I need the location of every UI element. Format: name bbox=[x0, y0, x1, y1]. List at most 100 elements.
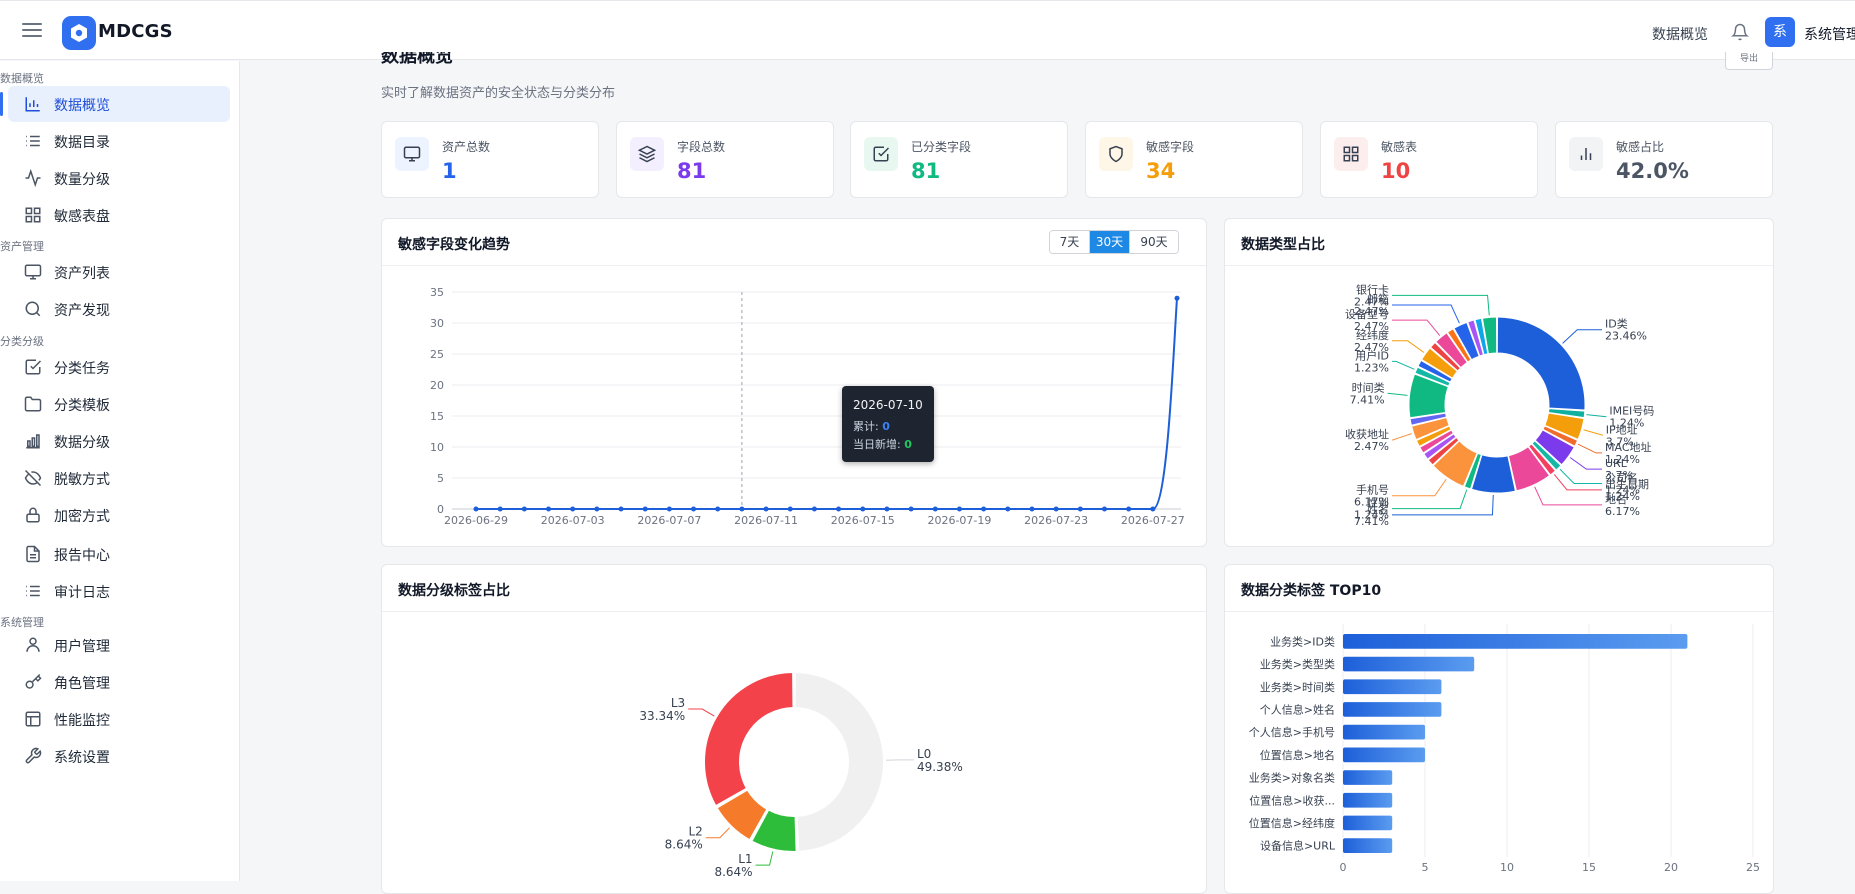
logo-icon bbox=[62, 16, 96, 50]
x-tick-label: 10 bbox=[1500, 861, 1514, 874]
sidebar-item-data-overview[interactable]: 数据概览 bbox=[8, 86, 230, 122]
sidebar-item-asset-list[interactable]: 资产列表 bbox=[8, 254, 230, 290]
slice-label: 出生日期 bbox=[1605, 477, 1649, 491]
avatar[interactable]: 系 bbox=[1765, 17, 1795, 47]
trend-line-chart[interactable]: 051015202530352026-06-292026-07-032026-0… bbox=[382, 266, 1206, 546]
slice-leader-line bbox=[1392, 495, 1493, 515]
sidebar-item-report-center[interactable]: 报告中心 bbox=[8, 536, 230, 572]
slice-percent: 23.46% bbox=[1605, 330, 1647, 343]
data-point bbox=[764, 507, 769, 512]
y-tick-label: 20 bbox=[430, 379, 444, 392]
tooltip-cumulative-label: 累计: bbox=[853, 420, 879, 433]
sidebar-item-user-management[interactable]: 用户管理 bbox=[8, 627, 230, 663]
y-tick-label: 个人信息>手机号 bbox=[1249, 725, 1335, 739]
y-tick-label: 35 bbox=[430, 286, 444, 299]
trend-chart-panel: 敏感字段变化趋势 7天 30天 90天 051015202530352026-0… bbox=[381, 218, 1207, 547]
file-icon bbox=[24, 545, 42, 563]
bar bbox=[1343, 634, 1687, 649]
grid-icon bbox=[1342, 145, 1360, 163]
x-tick-label: 20 bbox=[1664, 861, 1678, 874]
panel-title: 数据分级标签占比 bbox=[398, 580, 510, 600]
stat-icon-box bbox=[864, 137, 898, 171]
slice-leader-line bbox=[1392, 434, 1412, 440]
bar bbox=[1343, 838, 1392, 853]
sidebar-item-label: 脱敏方式 bbox=[54, 469, 110, 489]
data-point bbox=[836, 507, 841, 512]
slice-label: L0 bbox=[917, 747, 931, 761]
sidebar-item-classify-task[interactable]: 分类任务 bbox=[8, 349, 230, 385]
stat-icon-box bbox=[1099, 137, 1133, 171]
stat-label: 敏感表 bbox=[1381, 138, 1417, 155]
slice-percent: 8.64% bbox=[665, 838, 703, 852]
sidebar-item-data-catalog[interactable]: 数据目录 bbox=[8, 123, 230, 159]
y-tick-label: 个人信息>姓名 bbox=[1260, 702, 1335, 716]
stat-label: 已分类字段 bbox=[911, 138, 971, 155]
slice-label: ID类 bbox=[1605, 317, 1628, 331]
type-chart-panel: 数据类型占比 ID类23.46%IMEI号码1.24%IP地址3.7%MAC地址… bbox=[1224, 218, 1774, 547]
user-name[interactable]: 系统管理 bbox=[1804, 24, 1855, 44]
range-toggle: 7天 30天 90天 bbox=[1049, 230, 1179, 254]
slice-leader-line bbox=[1392, 361, 1414, 369]
sidebar-item-masking[interactable]: 脱敏方式 bbox=[8, 460, 230, 496]
data-point bbox=[739, 507, 744, 512]
x-tick-label: 2026-07-27 bbox=[1121, 514, 1185, 527]
data-point bbox=[715, 507, 720, 512]
data-point bbox=[1029, 507, 1034, 512]
sidebar-item-role-management[interactable]: 角色管理 bbox=[8, 664, 230, 700]
search-icon bbox=[24, 300, 42, 318]
bar bbox=[1343, 725, 1425, 740]
slice-label: 地名 bbox=[1605, 492, 1627, 506]
stat-card-classified-fields: 已分类字段 81 bbox=[850, 121, 1068, 198]
sidebar-item-system-settings[interactable]: 系统设置 bbox=[8, 738, 230, 774]
top10-bar-chart[interactable]: 0510152025业务类>ID类业务类>类型类业务类>时间类个人信息>姓名个人… bbox=[1225, 612, 1773, 882]
level-donut-chart[interactable]: L049.38%L18.64%L28.64%L333.34% bbox=[382, 612, 1206, 882]
stat-icon-box bbox=[395, 137, 429, 171]
slice-leader-line bbox=[706, 828, 730, 838]
bell-icon[interactable] bbox=[1731, 23, 1749, 41]
slice-leader-line bbox=[1560, 469, 1602, 483]
slice-label: L3 bbox=[671, 696, 685, 710]
activity-icon bbox=[24, 169, 42, 187]
sidebar-item-asset-discovery[interactable]: 资产发现 bbox=[8, 291, 230, 327]
data-point bbox=[522, 507, 527, 512]
panel-title: 数据分类标签 TOP10 bbox=[1241, 580, 1381, 600]
sidebar-item-classify-template[interactable]: 分类模板 bbox=[8, 386, 230, 422]
data-point bbox=[498, 507, 503, 512]
page-subtitle: 实时了解数据资产的安全状态与分类分布 bbox=[381, 82, 615, 101]
sidebar-item-audit-log[interactable]: 审计日志 bbox=[8, 573, 230, 609]
level-chart-panel: 数据分级标签占比 L049.38%L18.64%L28.64%L333.34% bbox=[381, 564, 1207, 894]
grid-icon bbox=[24, 206, 42, 224]
slice-percent: 8.64% bbox=[714, 865, 752, 879]
sidebar-item-label: 数量分级 bbox=[54, 169, 110, 189]
header-overview-link[interactable]: 数据概览 bbox=[1652, 24, 1708, 44]
sidebar-item-data-grading[interactable]: 数据分级 bbox=[8, 423, 230, 459]
bar bbox=[1343, 679, 1441, 694]
stat-value: 34 bbox=[1146, 159, 1175, 183]
data-point bbox=[933, 507, 938, 512]
export-button[interactable]: 导出 bbox=[1725, 52, 1773, 70]
menu-toggle-icon[interactable] bbox=[22, 23, 42, 39]
sidebar-item-sensitive-dashboard[interactable]: 敏感表盘 bbox=[8, 197, 230, 233]
layers-icon bbox=[638, 145, 656, 163]
sidebar-item-performance[interactable]: 性能监控 bbox=[8, 701, 230, 737]
sidebar-item-quantity-grading[interactable]: 数量分级 bbox=[8, 160, 230, 196]
data-point bbox=[957, 507, 962, 512]
data-point bbox=[691, 507, 696, 512]
sidebar-item-label: 用户管理 bbox=[54, 636, 110, 656]
sidebar-item-encryption[interactable]: 加密方式 bbox=[8, 497, 230, 533]
data-point bbox=[1054, 507, 1059, 512]
slice-leader-line bbox=[1392, 320, 1440, 335]
range-30d-button[interactable]: 30天 bbox=[1090, 231, 1130, 253]
y-tick-label: 位置信息>经纬度 bbox=[1249, 816, 1335, 830]
range-90d-button[interactable]: 90天 bbox=[1130, 231, 1178, 253]
stat-icon-box bbox=[1334, 137, 1368, 171]
y-tick-label: 0 bbox=[437, 503, 444, 516]
slice-percent: 49.38% bbox=[917, 760, 963, 774]
type-donut-chart[interactable]: ID类23.46%IMEI号码1.24%IP地址3.7%MAC地址1.24%UR… bbox=[1225, 266, 1773, 546]
range-7d-button[interactable]: 7天 bbox=[1050, 231, 1090, 253]
y-tick-label: 30 bbox=[430, 317, 444, 330]
tooltip-cumulative-value: 0 bbox=[882, 420, 890, 433]
panel-title: 敏感字段变化趋势 bbox=[398, 234, 510, 254]
data-point bbox=[812, 507, 817, 512]
y-tick-label: 业务类>类型类 bbox=[1260, 657, 1335, 671]
